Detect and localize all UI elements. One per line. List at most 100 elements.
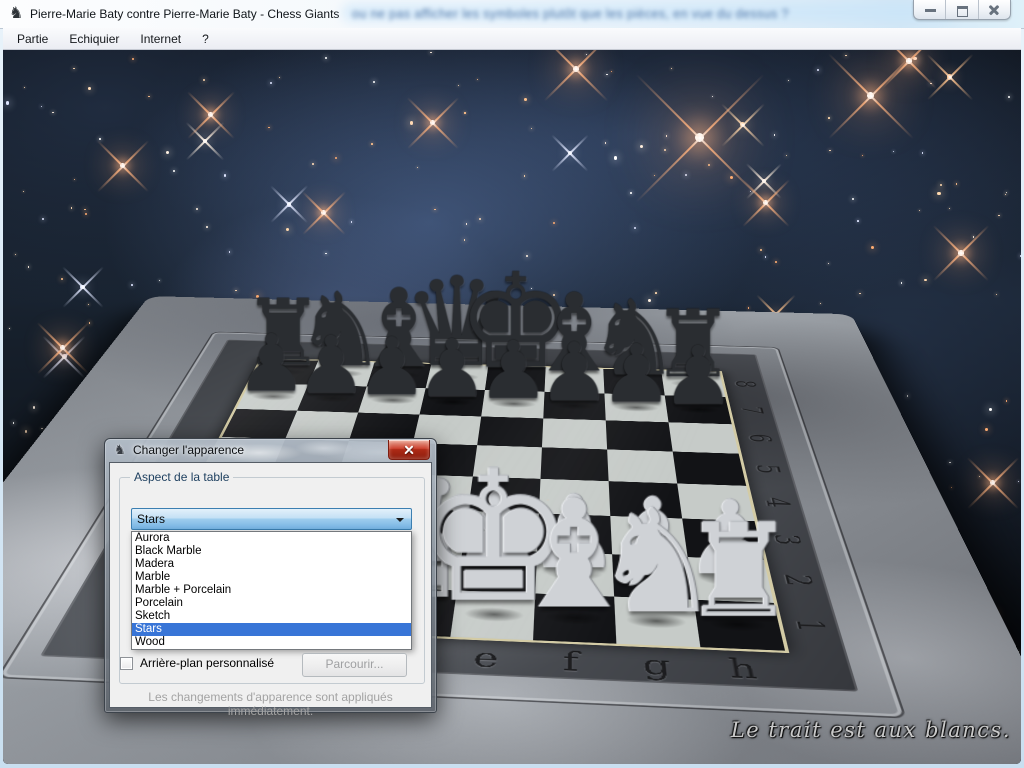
option-wood[interactable]: Wood	[132, 636, 411, 649]
star	[852, 198, 854, 200]
star	[458, 85, 459, 86]
star	[937, 192, 941, 196]
bright-star	[208, 112, 213, 117]
star	[74, 179, 75, 180]
star	[42, 218, 44, 220]
knight-icon: ♞	[114, 443, 126, 458]
star	[924, 279, 927, 282]
option-marble[interactable]: Marble	[132, 571, 411, 584]
option-black-marble[interactable]: Black Marble	[132, 545, 411, 558]
star	[1020, 255, 1021, 257]
menu-item-help[interactable]: ?	[193, 29, 218, 49]
star	[13, 422, 15, 424]
bright-star	[120, 163, 125, 168]
custom-background-row: Arrière-plan personnalisé	[120, 656, 274, 670]
black-pawn-e7[interactable]: ♟	[481, 390, 544, 418]
group-label: Aspect de la table	[130, 470, 233, 484]
star	[203, 139, 207, 143]
star	[614, 156, 617, 159]
star	[410, 121, 414, 125]
star	[25, 430, 28, 433]
star	[740, 122, 745, 127]
star	[196, 208, 198, 210]
table-style-combobox[interactable]: Stars	[131, 508, 412, 530]
menu-item-partie[interactable]: Partie	[8, 29, 57, 49]
option-aurora[interactable]: Aurora	[132, 532, 411, 545]
star	[685, 174, 687, 176]
black-pawn-g7[interactable]: ♟	[604, 394, 668, 423]
option-porcelain[interactable]: Porcelain	[132, 597, 411, 610]
maximize-icon	[957, 6, 968, 17]
bright-star	[990, 480, 995, 485]
star	[845, 55, 847, 57]
star	[956, 183, 958, 185]
app-window: ♞ Pierre-Marie Baty contre Pierre-Marie …	[0, 0, 1024, 768]
window-titlebar[interactable]: ♞ Pierre-Marie Baty contre Pierre-Marie …	[0, 0, 1024, 29]
white-rook-icon: ♜	[682, 513, 798, 632]
star	[229, 251, 231, 253]
window-title: Pierre-Marie Baty contre Pierre-Marie Ba…	[30, 7, 339, 21]
black-pawn-d7[interactable]: ♟	[419, 388, 484, 416]
black-pawn-f7[interactable]: ♟	[543, 392, 605, 421]
star	[949, 462, 951, 464]
maximize-button[interactable]	[946, 0, 978, 19]
checkbox-label: Arrière-plan personnalisé	[140, 656, 274, 670]
bright-star	[867, 92, 874, 99]
star	[52, 112, 54, 114]
star	[605, 142, 607, 144]
white-rook-h1[interactable]: ♜	[694, 600, 785, 651]
star	[166, 151, 169, 154]
star	[203, 79, 205, 81]
option-marble-porcelain[interactable]: Marble + Porcelain	[132, 584, 411, 597]
dialog-titlebar[interactable]: ♞ Changer l'apparence	[109, 439, 432, 462]
star	[15, 254, 16, 255]
star	[828, 117, 830, 119]
change-appearance-dialog: ♞ Changer l'apparence Aspect de la table…	[104, 438, 437, 713]
browse-button[interactable]: Parcourir...	[302, 653, 407, 677]
star	[760, 249, 762, 251]
star	[224, 174, 226, 176]
star	[71, 207, 73, 209]
bright-star	[321, 210, 326, 215]
star	[85, 213, 87, 215]
star	[99, 138, 101, 140]
star	[730, 176, 733, 179]
dialog-title: Changer l'apparence	[133, 443, 244, 457]
star	[979, 476, 980, 477]
star	[940, 184, 942, 186]
star	[786, 155, 788, 157]
dialog-close-button[interactable]	[388, 440, 430, 460]
star	[41, 106, 43, 108]
star	[373, 81, 375, 83]
star	[268, 127, 270, 129]
star	[857, 220, 859, 222]
star	[279, 77, 280, 78]
star	[148, 96, 150, 98]
menu-item-internet[interactable]: Internet	[131, 29, 190, 49]
menu-item-echiquier[interactable]: Echiquier	[60, 29, 128, 49]
star	[73, 68, 75, 70]
star	[524, 175, 526, 177]
star	[829, 150, 831, 152]
black-pawn-icon: ♟	[662, 339, 734, 413]
star	[947, 74, 952, 79]
star	[893, 151, 894, 152]
star	[817, 69, 819, 71]
black-pawn-h7[interactable]: ♟	[665, 395, 732, 424]
dialog-body: Aspect de la table Stars AuroraBlack Mar…	[109, 462, 432, 708]
star	[949, 208, 950, 209]
star	[371, 143, 373, 145]
star	[325, 57, 327, 59]
option-madera[interactable]: Madera	[132, 558, 411, 571]
option-stars[interactable]: Stars	[132, 623, 411, 636]
custom-background-checkbox[interactable]	[120, 657, 133, 670]
star	[173, 170, 175, 172]
star	[286, 228, 289, 231]
star	[325, 253, 327, 255]
star	[634, 227, 636, 229]
close-button[interactable]	[979, 0, 1010, 19]
star	[464, 112, 465, 113]
star	[41, 428, 42, 429]
minimize-button[interactable]	[914, 0, 946, 19]
option-sketch[interactable]: Sketch	[132, 610, 411, 623]
